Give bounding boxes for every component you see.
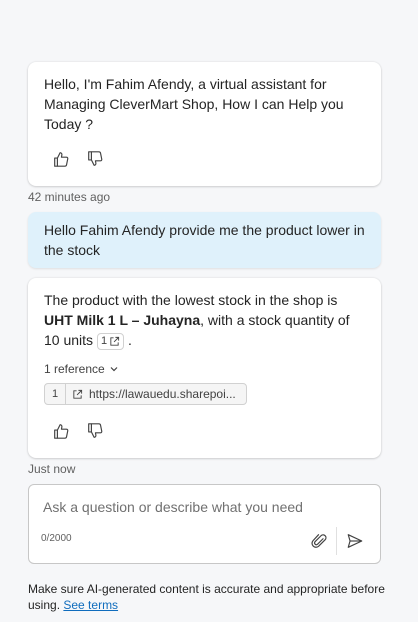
reply-text: The product with the lowest stock in the… bbox=[44, 290, 365, 350]
feedback-buttons bbox=[48, 418, 108, 444]
greeting-timestamp: 42 minutes ago bbox=[28, 190, 111, 204]
reference-link[interactable]: 1 https://lawauedu.sharepoi... bbox=[44, 383, 247, 405]
thumbs-down-icon bbox=[88, 423, 103, 438]
citation-number: 1 bbox=[100, 335, 108, 347]
thumbs-up-button[interactable] bbox=[48, 418, 74, 444]
reply-text-end: . bbox=[127, 332, 132, 348]
thumbs-up-icon bbox=[54, 152, 69, 167]
external-link-icon bbox=[73, 389, 83, 399]
attach-button[interactable] bbox=[307, 529, 331, 553]
greeting-text: Hello, I'm Fahim Afendy, a virtual assis… bbox=[44, 76, 344, 132]
citation-button[interactable]: 1 bbox=[96, 332, 125, 350]
bot-message-reply: The product with the lowest stock in the… bbox=[28, 278, 381, 458]
reference-url: https://lawauedu.sharepoi... bbox=[89, 387, 236, 401]
external-link-icon bbox=[110, 336, 120, 346]
thumbs-up-icon bbox=[54, 424, 69, 439]
thumbs-down-button[interactable] bbox=[82, 146, 108, 172]
references-toggle[interactable]: 1 reference bbox=[44, 362, 119, 376]
reply-timestamp: Just now bbox=[28, 462, 76, 476]
see-terms-link[interactable]: See terms bbox=[63, 598, 118, 612]
character-counter: 0/2000 bbox=[41, 533, 72, 544]
send-button[interactable] bbox=[343, 529, 367, 553]
paperclip-icon bbox=[311, 534, 327, 548]
references-label: 1 reference bbox=[44, 362, 105, 376]
message-input[interactable] bbox=[41, 497, 365, 525]
reply-text-part1: The product with the lowest stock in the… bbox=[44, 292, 338, 308]
feedback-buttons bbox=[48, 146, 108, 172]
thumbs-down-icon bbox=[88, 151, 103, 166]
disclaimer: Make sure AI-generated content is accura… bbox=[28, 581, 388, 613]
reply-product-name: UHT Milk 1 L – Juhayna bbox=[44, 312, 201, 328]
composer-divider bbox=[336, 527, 337, 555]
composer: 0/2000 bbox=[28, 484, 381, 564]
user-message: Hello Fahim Afendy provide me the produc… bbox=[28, 212, 381, 268]
bot-message-greeting: Hello, I'm Fahim Afendy, a virtual assis… bbox=[28, 62, 381, 186]
chevron-down-icon bbox=[110, 367, 118, 372]
thumbs-down-button[interactable] bbox=[82, 418, 108, 444]
thumbs-up-button[interactable] bbox=[48, 146, 74, 172]
send-icon bbox=[347, 534, 363, 548]
reference-number: 1 bbox=[45, 384, 66, 404]
user-message-text: Hello Fahim Afendy provide me the produc… bbox=[44, 222, 365, 258]
